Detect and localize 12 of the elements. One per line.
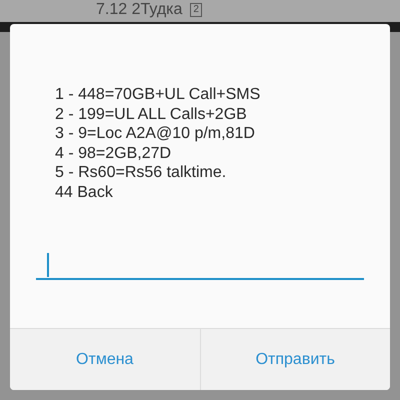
menu-option-text: 3 - 9=Loc A2A@10 p/m,81D [55,124,256,144]
send-button[interactable]: Отправить [200,329,390,390]
menu-option-text: 1 - 448=70GB+UL Call+SMS [55,85,262,104]
notification-time: 7.12 2Тудка [96,0,182,20]
sim-badge: 2 [190,3,202,17]
menu-option-text: 2 - 199=UL ALL Calls+2GB [55,104,248,124]
text-cursor [47,253,49,277]
cancel-button[interactable]: Отмена [10,329,200,390]
input-field[interactable] [36,252,364,280]
menu-option-text: 44 Back [55,182,114,202]
menu-option-text: 4 - 98=2GB,27D [55,144,172,163]
menu-option-text: 5 - Rs60=Rs56 talktime. [55,163,228,182]
